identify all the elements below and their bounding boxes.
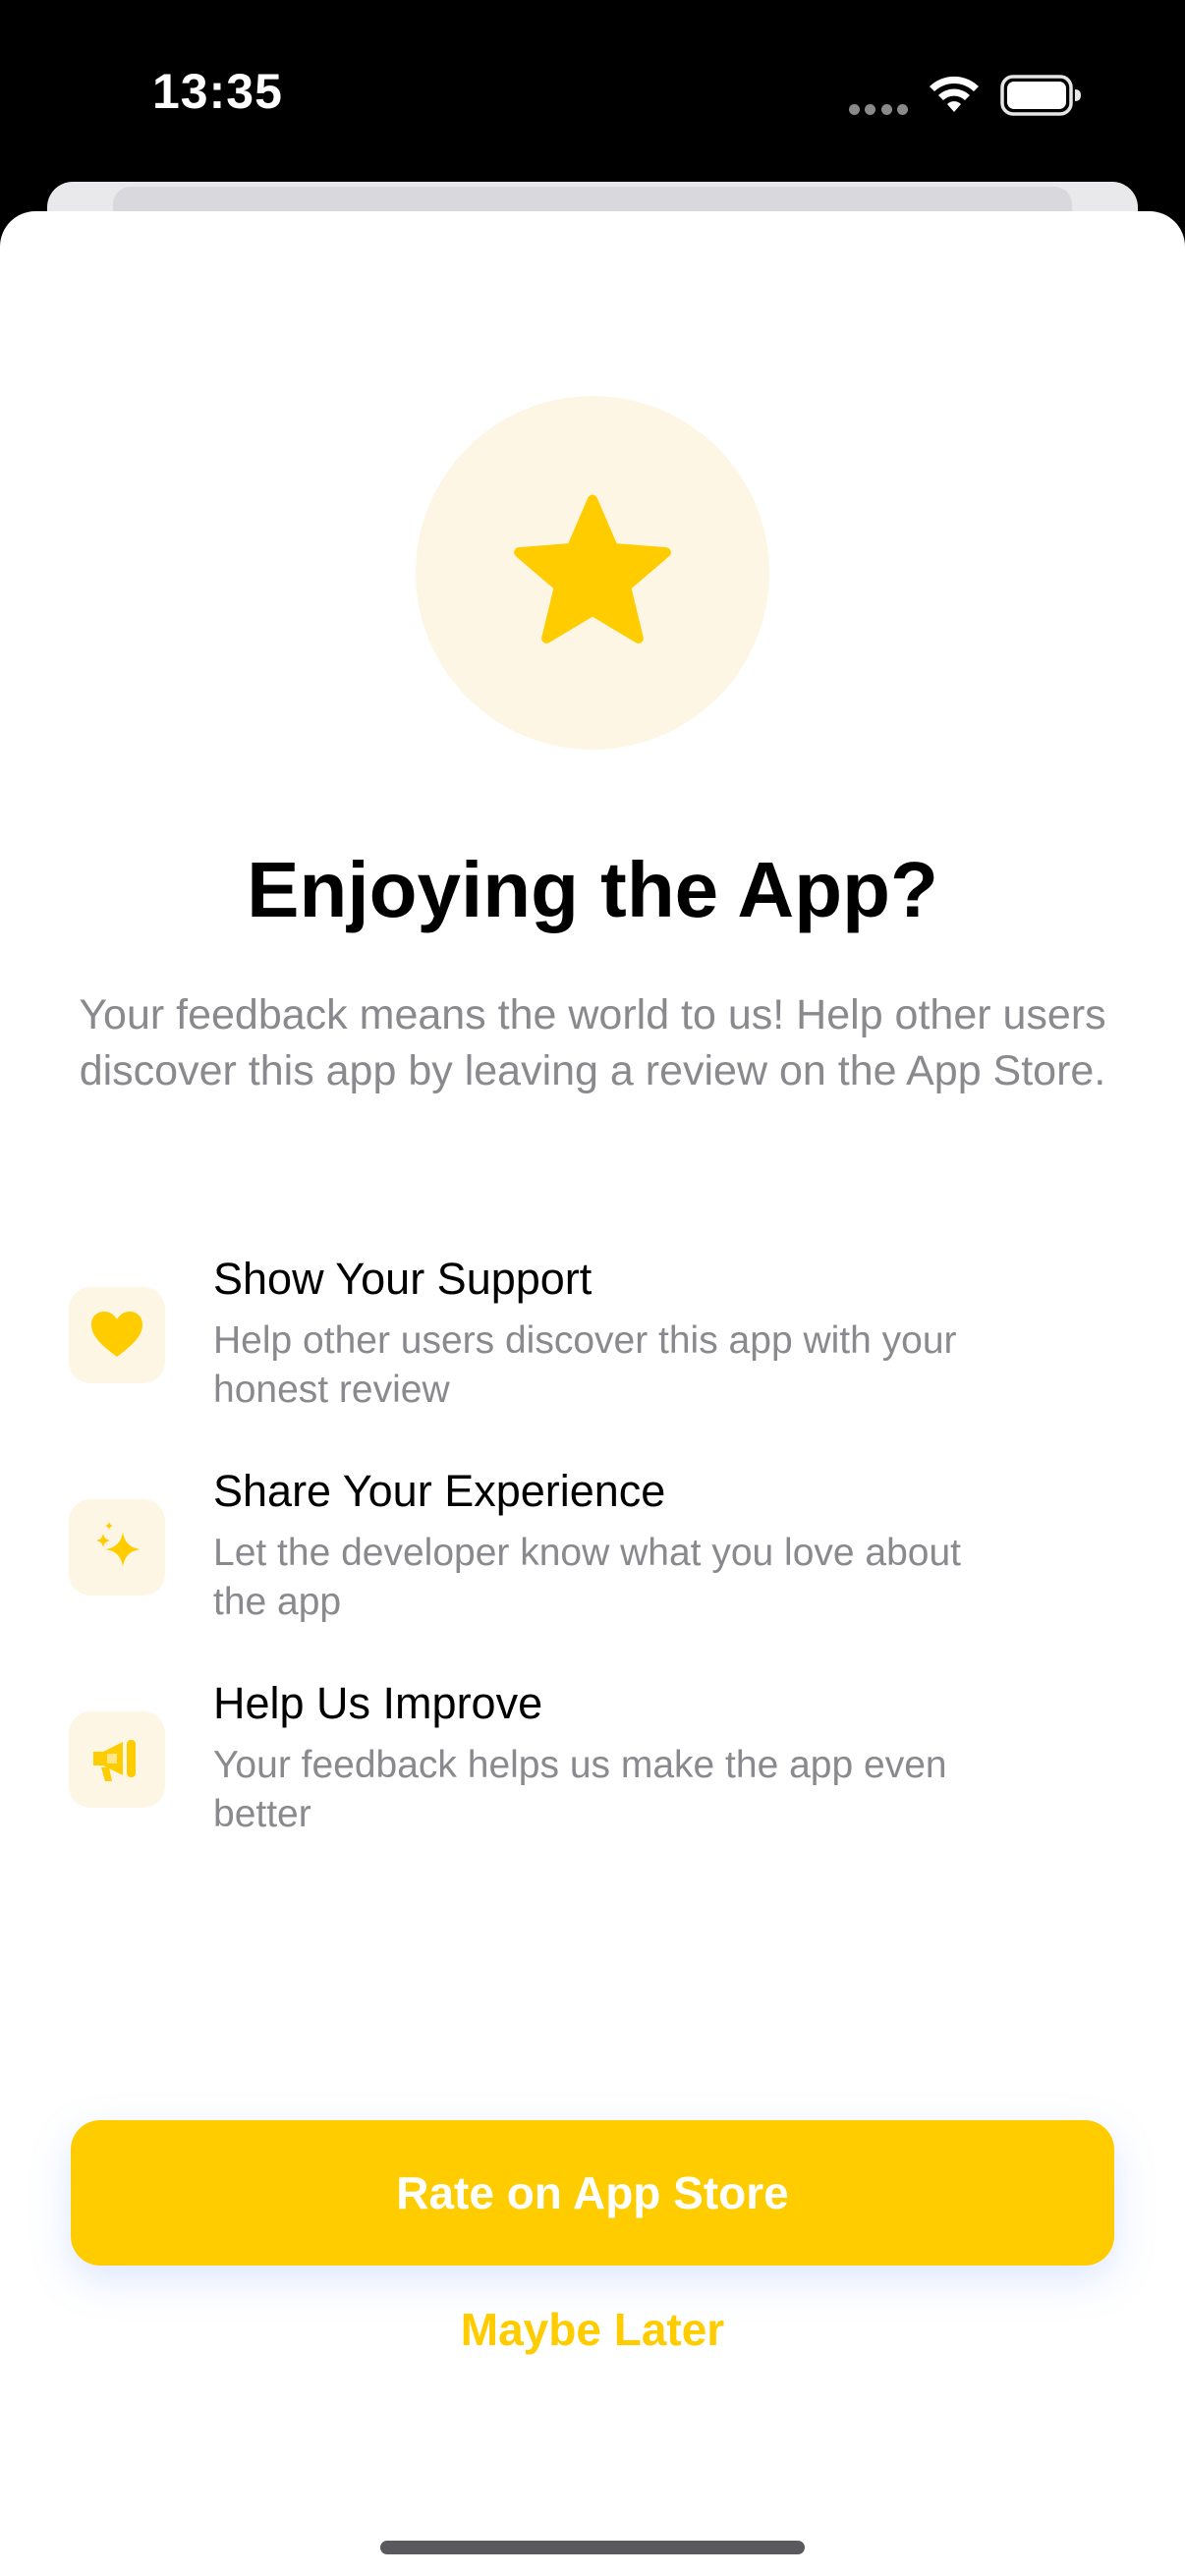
feature-item-improve: Help Us Improve Your feedback helps us m… [69, 1678, 1116, 1855]
feature-title: Show Your Support [213, 1254, 592, 1304]
feature-description: Let the developer know what you love abo… [213, 1532, 962, 1623]
feature-icon-container [69, 1711, 165, 1808]
megaphone-icon [93, 1740, 136, 1781]
hero-icon-circle [416, 396, 769, 750]
battery-icon [1000, 75, 1081, 116]
feature-description: Help other users discover this app with … [213, 1319, 957, 1411]
feature-title: Share Your Experience [213, 1466, 666, 1516]
page-subtitle: Your feedback means the world to us! Hel… [79, 991, 1106, 1094]
star-icon [514, 494, 671, 644]
page-title: Enjoying the App? [247, 846, 938, 933]
feature-item-support: Show Your Support Help other users disco… [69, 1254, 1116, 1430]
home-indicator[interactable] [380, 2541, 805, 2554]
feature-item-experience: Share Your Experience Let the developer … [69, 1466, 1116, 1643]
feature-icon-container [69, 1287, 165, 1383]
rate-on-app-store-button[interactable]: Rate on App Store [71, 2120, 1114, 2266]
cellular-signal-icon [849, 104, 908, 116]
wifi-icon [930, 76, 979, 112]
heart-icon [91, 1312, 142, 1357]
maybe-later-button[interactable]: Maybe Later [347, 2295, 838, 2364]
sparkles-icon [96, 1522, 141, 1567]
screen: 13:35 Enjoying the App? Your feedback me… [0, 0, 1185, 2576]
feature-description: Your feedback helps us make the app even… [213, 1744, 947, 1835]
status-time: 13:35 [152, 64, 283, 119]
feature-icon-container [69, 1499, 165, 1596]
feature-title: Help Us Improve [213, 1678, 543, 1728]
